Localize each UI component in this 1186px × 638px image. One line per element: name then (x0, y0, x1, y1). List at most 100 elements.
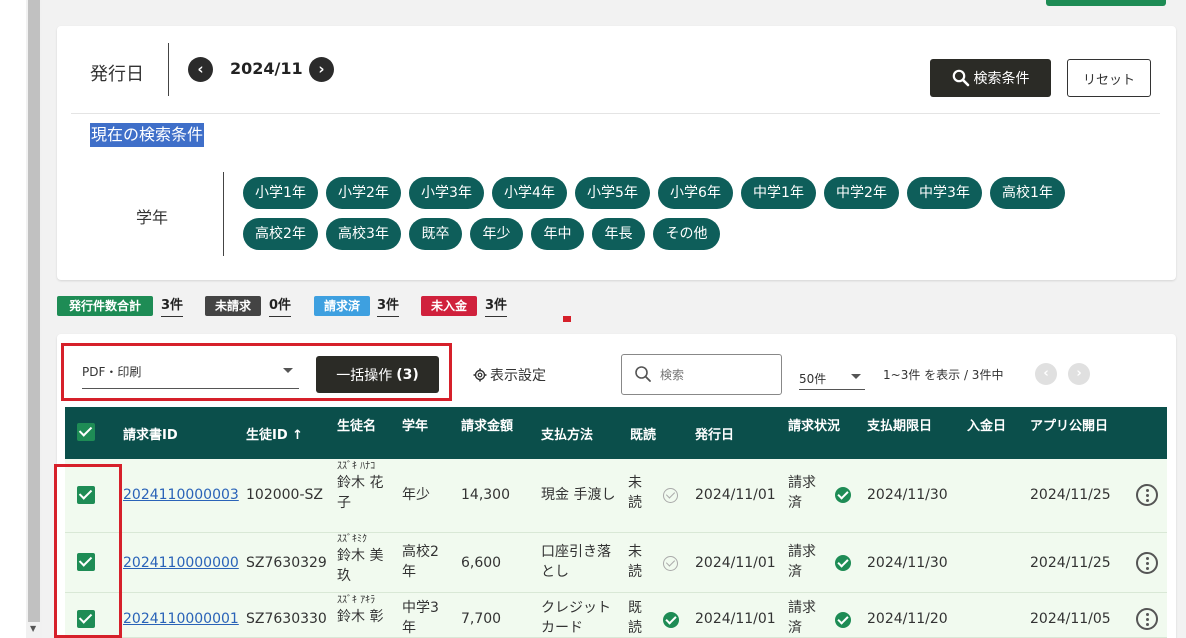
reset-button[interactable]: リセット (1067, 59, 1151, 97)
prev-month-button[interactable]: ‹ (188, 57, 213, 82)
table-header: 請求書ID 生徒ID ↑ 生徒名 学年 請求金額 支払方法 既読 発行日 請求状… (65, 407, 1167, 459)
row-more-icon[interactable] (1136, 552, 1158, 574)
grade-chip[interactable]: 高校1年 (990, 177, 1065, 209)
search-conditions-button[interactable]: 検索条件 (930, 59, 1051, 97)
search-conditions-label: 検索条件 (973, 71, 1030, 87)
col-read[interactable]: 既読 (630, 424, 656, 443)
col-student-name[interactable]: 生徒名 (337, 415, 376, 434)
invoice-id-link[interactable]: 2024110000003 (123, 485, 239, 505)
bulk-action-highlight (61, 343, 452, 401)
student-name: ｽｽﾞｷ ｱｷﾗ 鈴木 彰 (337, 595, 385, 627)
table-search[interactable] (621, 354, 782, 395)
student-name-kanji: 鈴木 彰 (337, 609, 384, 625)
grade-chip[interactable]: その他 (653, 218, 720, 250)
student-name-kanji: 鈴木 花子 (337, 475, 384, 511)
read-status: 未読 (628, 544, 642, 580)
caret-down-icon (851, 374, 861, 379)
row-more-icon[interactable] (1136, 484, 1158, 506)
issue-date: 2024/11/01 (695, 487, 776, 503)
unread-check-icon (663, 556, 678, 571)
col-billing-status[interactable]: 請求状況 (788, 415, 840, 434)
display-settings-label: 表示設定 (490, 368, 546, 384)
col-due-date[interactable]: 支払期限日 (867, 415, 932, 434)
grade-chip[interactable]: 年長 (592, 218, 645, 250)
read-status: 既読 (628, 600, 642, 636)
total-issued-count[interactable]: 3件 (161, 298, 184, 317)
col-issue-date[interactable]: 発行日 (695, 424, 734, 443)
col-amount[interactable]: 請求金額 (461, 415, 513, 434)
grade: 年少 (402, 487, 430, 503)
col-app-publish-date[interactable]: アプリ公開日 (1030, 415, 1108, 434)
grade-chip[interactable]: 中学2年 (824, 177, 899, 209)
billed-check-icon (835, 487, 851, 503)
search-icon (635, 366, 651, 382)
grade-chip[interactable]: 小学6年 (658, 177, 733, 209)
app-publish-date: 2024/11/05 (1030, 611, 1111, 627)
unbilled-count[interactable]: 0件 (269, 298, 292, 317)
grade: 高校2年 (402, 544, 439, 580)
search-icon (952, 69, 969, 87)
per-page-value: 50件 (799, 372, 827, 386)
issue-date: 2024/11/01 (695, 611, 776, 627)
payment-method: クレジットカード (541, 600, 611, 636)
col-payment-method[interactable]: 支払方法 (541, 424, 593, 443)
prev-page-button[interactable]: ‹ (1035, 363, 1057, 385)
payment-method: 現金 手渡し (541, 487, 616, 503)
col-invoice-id[interactable]: 請求書ID (123, 424, 178, 443)
student-name-kana: ｽｽﾞｷ ｱｷﾗ (337, 595, 376, 606)
top-action-button[interactable] (1046, 0, 1166, 6)
due-date: 2024/11/20 (867, 611, 948, 627)
col-payment-date[interactable]: 入金日 (967, 415, 1006, 434)
grade-chip[interactable]: 中学1年 (741, 177, 816, 209)
grade-chip[interactable]: 小学1年 (243, 177, 318, 209)
divider (223, 172, 224, 256)
due-date: 2024/11/30 (867, 555, 948, 571)
next-month-button[interactable]: › (309, 57, 334, 82)
pagination-range: 1~3件 を表示 / 3件中 (883, 368, 1004, 382)
col-student-id-label: 生徒ID (246, 428, 288, 443)
grade-chip[interactable]: 小学5年 (575, 177, 650, 209)
scrollbar-thumb[interactable] (28, 0, 40, 622)
grade-chip[interactable]: 中学3年 (907, 177, 982, 209)
invoice-id-link[interactable]: 2024110000001 (123, 609, 239, 629)
billed-count[interactable]: 3件 (377, 298, 400, 317)
unread-check-icon (663, 488, 678, 503)
row-more-icon[interactable] (1136, 608, 1158, 630)
billed-check-icon (835, 555, 851, 571)
grade-label: 学年 (136, 208, 169, 227)
table-row[interactable]: 2024110000001 SZ7630330 ｽｽﾞｷ ｱｷﾗ 鈴木 彰 中学… (65, 593, 1167, 638)
display-settings-button[interactable]: 表示設定 (473, 365, 546, 385)
unpaid-count[interactable]: 3件 (485, 298, 508, 317)
left-gutter (0, 0, 26, 638)
per-page-select[interactable]: 50件 (799, 368, 865, 390)
grade-chip[interactable]: 既卒 (409, 218, 462, 250)
current-month: 2024/11 (230, 59, 303, 78)
amount: 14,300 (461, 487, 510, 503)
table-row[interactable]: 2024110000000 SZ7630329 ｽｽﾞｷﾐｸ 鈴木 美玖 高校2… (65, 533, 1167, 593)
select-all-checkbox[interactable] (77, 423, 95, 441)
table-row[interactable]: 2024110000003 102000-SZ ｽｽﾞｷ ﾊﾅｺ 鈴木 花子 年… (65, 459, 1167, 533)
unbilled-tag: 未請求 (205, 296, 261, 316)
col-student-id[interactable]: 生徒ID ↑ (246, 424, 303, 443)
grade-chip[interactable]: 高校3年 (326, 218, 401, 250)
billing-status: 請求済 (788, 544, 816, 580)
grade-chip[interactable]: 高校2年 (243, 218, 318, 250)
grade: 中学3年 (402, 600, 439, 636)
invoice-id-link[interactable]: 2024110000000 (123, 553, 239, 573)
divider (168, 43, 169, 96)
col-grade[interactable]: 学年 (402, 415, 428, 434)
search-input[interactable] (660, 366, 770, 384)
next-page-button[interactable]: › (1068, 363, 1090, 385)
student-name-kana: ｽｽﾞｷﾐｸ (337, 534, 367, 545)
student-name-kana: ｽｽﾞｷ ﾊﾅｺ (337, 461, 376, 472)
scroll-down-arrow-icon[interactable]: ▼ (30, 624, 36, 633)
issue-date: 2024/11/01 (695, 555, 776, 571)
amount: 7,700 (461, 611, 502, 627)
student-id: 102000-SZ (246, 487, 323, 503)
grade-chip[interactable]: 小学3年 (409, 177, 484, 209)
student-name: ｽｽﾞｷﾐｸ 鈴木 美玖 (337, 534, 385, 586)
grade-chip[interactable]: 小学2年 (326, 177, 401, 209)
grade-chip[interactable]: 小学4年 (492, 177, 567, 209)
grade-chip[interactable]: 年少 (470, 218, 523, 250)
grade-chip[interactable]: 年中 (531, 218, 584, 250)
